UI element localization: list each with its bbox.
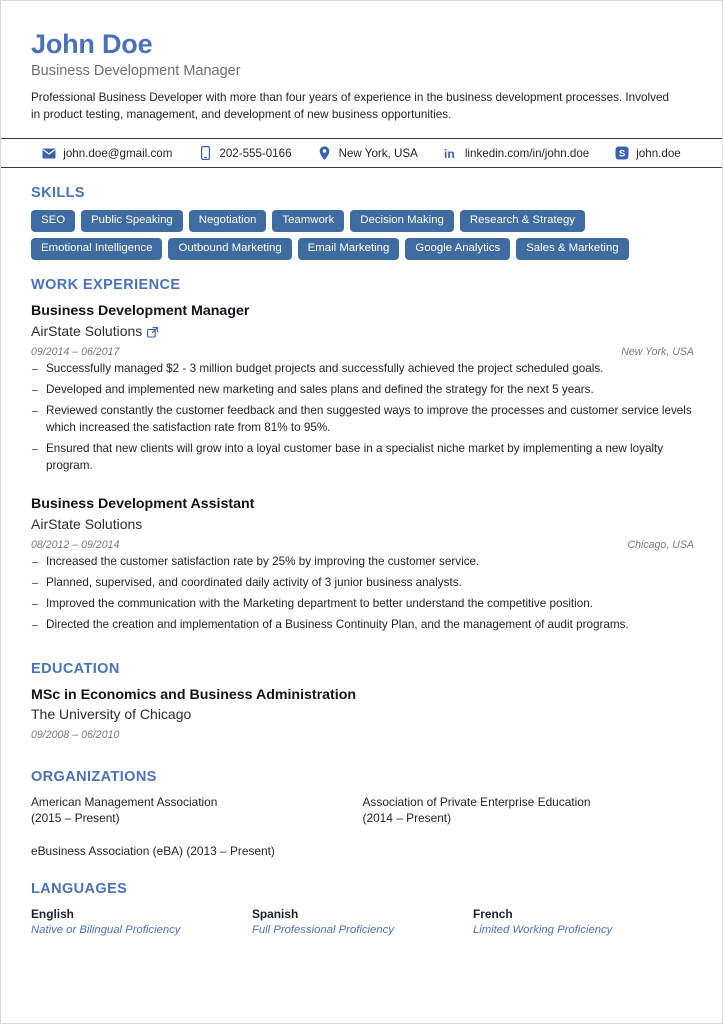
- skill-tag[interactable]: SEO: [31, 210, 76, 233]
- job-bullet: Planned, supervised, and coordinated dai…: [31, 575, 694, 592]
- job-bullet: Reviewed constantly the customer feedbac…: [31, 403, 694, 437]
- job-bullet: Ensured that new clients will grow into …: [31, 441, 694, 475]
- contact-text: john.doe@gmail.com: [63, 146, 173, 160]
- skill-tag[interactable]: Outbound Marketing: [168, 238, 292, 261]
- work-job-entry: Business Development Manager AirState Sol…: [31, 302, 694, 474]
- job-bullet: Improved the communication with the Mark…: [31, 596, 694, 613]
- job-company-name: AirState Solutions: [31, 515, 143, 532]
- language-item: French Limited Working Proficiency: [473, 906, 694, 938]
- skill-row: SEO Public Speaking Negotiation Teamwork Dec…: [31, 210, 694, 233]
- skill-row: Emotional Intelligence Outbound Marketing…: [31, 238, 694, 261]
- skill-tag[interactable]: Google Analytics: [405, 238, 511, 261]
- skill-tag[interactable]: Research & Strategy: [459, 210, 585, 233]
- contact-text: 202-555-0166: [219, 146, 292, 160]
- svg-text:in: in: [444, 147, 455, 160]
- contact-text: john.doe: [636, 146, 681, 160]
- resume-page: John Doe Business Development Manager Pr…: [0, 0, 723, 1024]
- job-location: Chicago, USA: [627, 538, 694, 551]
- skill-tag[interactable]: Emotional Intelligence: [31, 238, 163, 261]
- skill-tag[interactable]: Decision Making: [350, 210, 454, 233]
- svg-text:S: S: [619, 149, 625, 160]
- contact-item-linkedin[interactable]: in linkedin.com/in/john.doe: [444, 146, 589, 160]
- resume-content: John Doe Business Development Manager Pr…: [1, 1, 722, 123]
- phone-icon: [198, 146, 212, 161]
- section-title-work-experience: WORK EXPERIENCE: [31, 277, 181, 294]
- skill-tag[interactable]: Negotiation: [188, 210, 267, 233]
- job-dates: 09/2014 – 06/2017: [31, 345, 120, 358]
- education-dates: 09/2008 – 06/2010: [31, 729, 120, 742]
- skill-tag[interactable]: Public Speaking: [81, 210, 183, 233]
- section-title-organizations: ORGANIZATIONS: [31, 769, 157, 786]
- education-school: The University of Chicago: [31, 706, 192, 723]
- organization-list: American Management Association (2015 – …: [31, 794, 694, 875]
- job-bullet: Developed and implemented new marketing …: [31, 382, 694, 399]
- section-title-skills: SKILLS: [31, 185, 85, 202]
- skill-tag[interactable]: Sales & Marketing: [516, 238, 629, 261]
- external-link-icon[interactable]: [147, 326, 159, 338]
- education-entry: MSc in Economics and Business Administra…: [31, 686, 694, 741]
- job-bullet: Increased the customer satisfaction rate…: [31, 554, 694, 571]
- organization-item: Association of Private Enterprise Educat…: [362, 795, 591, 826]
- organization-item: eBusiness Association (eBA) (2013 – Pres…: [31, 843, 275, 858]
- education-entry-list: MSc in Economics and Business Administra…: [31, 686, 694, 741]
- education-degree: MSc in Economics and Business Administra…: [31, 686, 357, 703]
- work-job-list: Business Development Manager AirState Sol…: [31, 302, 694, 633]
- language-item: English Native or Bilingual Proficiency: [31, 906, 252, 938]
- contact-text: New York, USA: [338, 146, 418, 160]
- language-list: English Native or Bilingual Proficiency Sp…: [31, 906, 694, 938]
- language-level: Full Professional Proficiency: [251, 924, 394, 937]
- section-skills: SKILLS SEO Public Speaking Negotiation Team…: [31, 185, 694, 261]
- email-icon: [42, 146, 56, 160]
- job-location: New York, USA: [621, 345, 694, 358]
- job-bullet: Successfully managed $2 - 3 million budg…: [31, 361, 694, 378]
- work-job-entry: Business Development Assistant AirState S…: [31, 495, 694, 633]
- job-meta: 08/2012 – 09/2014 Chicago, USA: [31, 539, 694, 551]
- section-work-experience: WORK EXPERIENCE Business Development Man…: [31, 277, 694, 633]
- contact-rule-bottom: [1, 167, 722, 169]
- job-company-name: AirState Solutions: [31, 322, 143, 339]
- section-education: EDUCATION MSc in Economics and Business …: [31, 661, 694, 741]
- language-level: Native or Bilingual Proficiency: [31, 924, 181, 937]
- section-languages: LANGUAGES English Native or Bilingual Pro…: [31, 881, 694, 938]
- resume-header: John Doe Business Development Manager Pr…: [31, 29, 694, 123]
- contact-text: linkedin.com/in/john.doe: [464, 146, 590, 160]
- contact-bar: john.doe@gmail.com 202-555-0166 New York, …: [1, 139, 722, 167]
- job-bullet-list: Successfully managed $2 - 3 million budg…: [31, 361, 694, 475]
- organization-item: American Management Association (2015 – …: [31, 795, 218, 826]
- location-pin-icon: [318, 146, 332, 160]
- skill-tag-list: SEO Public Speaking Negotiation Teamwork Dec…: [31, 210, 694, 261]
- language-item: Spanish Full Professional Proficiency: [252, 906, 473, 938]
- linkedin-icon: in: [444, 146, 458, 160]
- skill-tag[interactable]: Teamwork: [272, 210, 345, 233]
- language-level: Limited Working Proficiency: [472, 924, 613, 937]
- section-title-languages: LANGUAGES: [31, 881, 128, 898]
- contact-item-skype[interactable]: Sjohn.doe: [615, 146, 681, 160]
- skill-tag[interactable]: Email Marketing: [297, 238, 400, 261]
- job-bullet-list: Increased the customer satisfaction rate…: [31, 554, 694, 634]
- job-meta: 09/2014 – 06/2017 New York, USA: [31, 346, 694, 358]
- candidate-name: John Doe: [31, 29, 153, 59]
- section-title-education: EDUCATION: [31, 660, 120, 677]
- language-name: Spanish: [251, 907, 299, 922]
- contact-item-phone[interactable]: 202-555-0166: [198, 146, 292, 161]
- section-organizations: ORGANIZATIONS American Management Associ…: [31, 769, 694, 875]
- language-name: French: [472, 907, 513, 922]
- contact-bar-wrapper: john.doe@gmail.com 202-555-0166 New York, …: [1, 138, 722, 169]
- job-role: Business Development Assistant: [31, 496, 255, 513]
- contact-item-email[interactable]: john.doe@gmail.com: [42, 146, 172, 160]
- skype-icon: S: [615, 146, 629, 160]
- candidate-job-title: Business Development Manager: [31, 63, 241, 80]
- job-dates: 08/2012 – 09/2014: [31, 538, 120, 551]
- contact-item-location-pin[interactable]: New York, USA: [318, 146, 418, 160]
- job-company: AirState Solutions: [31, 322, 694, 341]
- language-name: English: [31, 907, 74, 922]
- job-bullet: Directed the creation and implementation…: [31, 617, 694, 634]
- candidate-summary: Professional Business Developer with mor…: [31, 90, 669, 121]
- job-company: AirState Solutions: [31, 515, 694, 534]
- job-role: Business Development Manager: [31, 303, 250, 320]
- resume-body: SKILLS SEO Public Speaking Negotiation Team…: [1, 185, 722, 939]
